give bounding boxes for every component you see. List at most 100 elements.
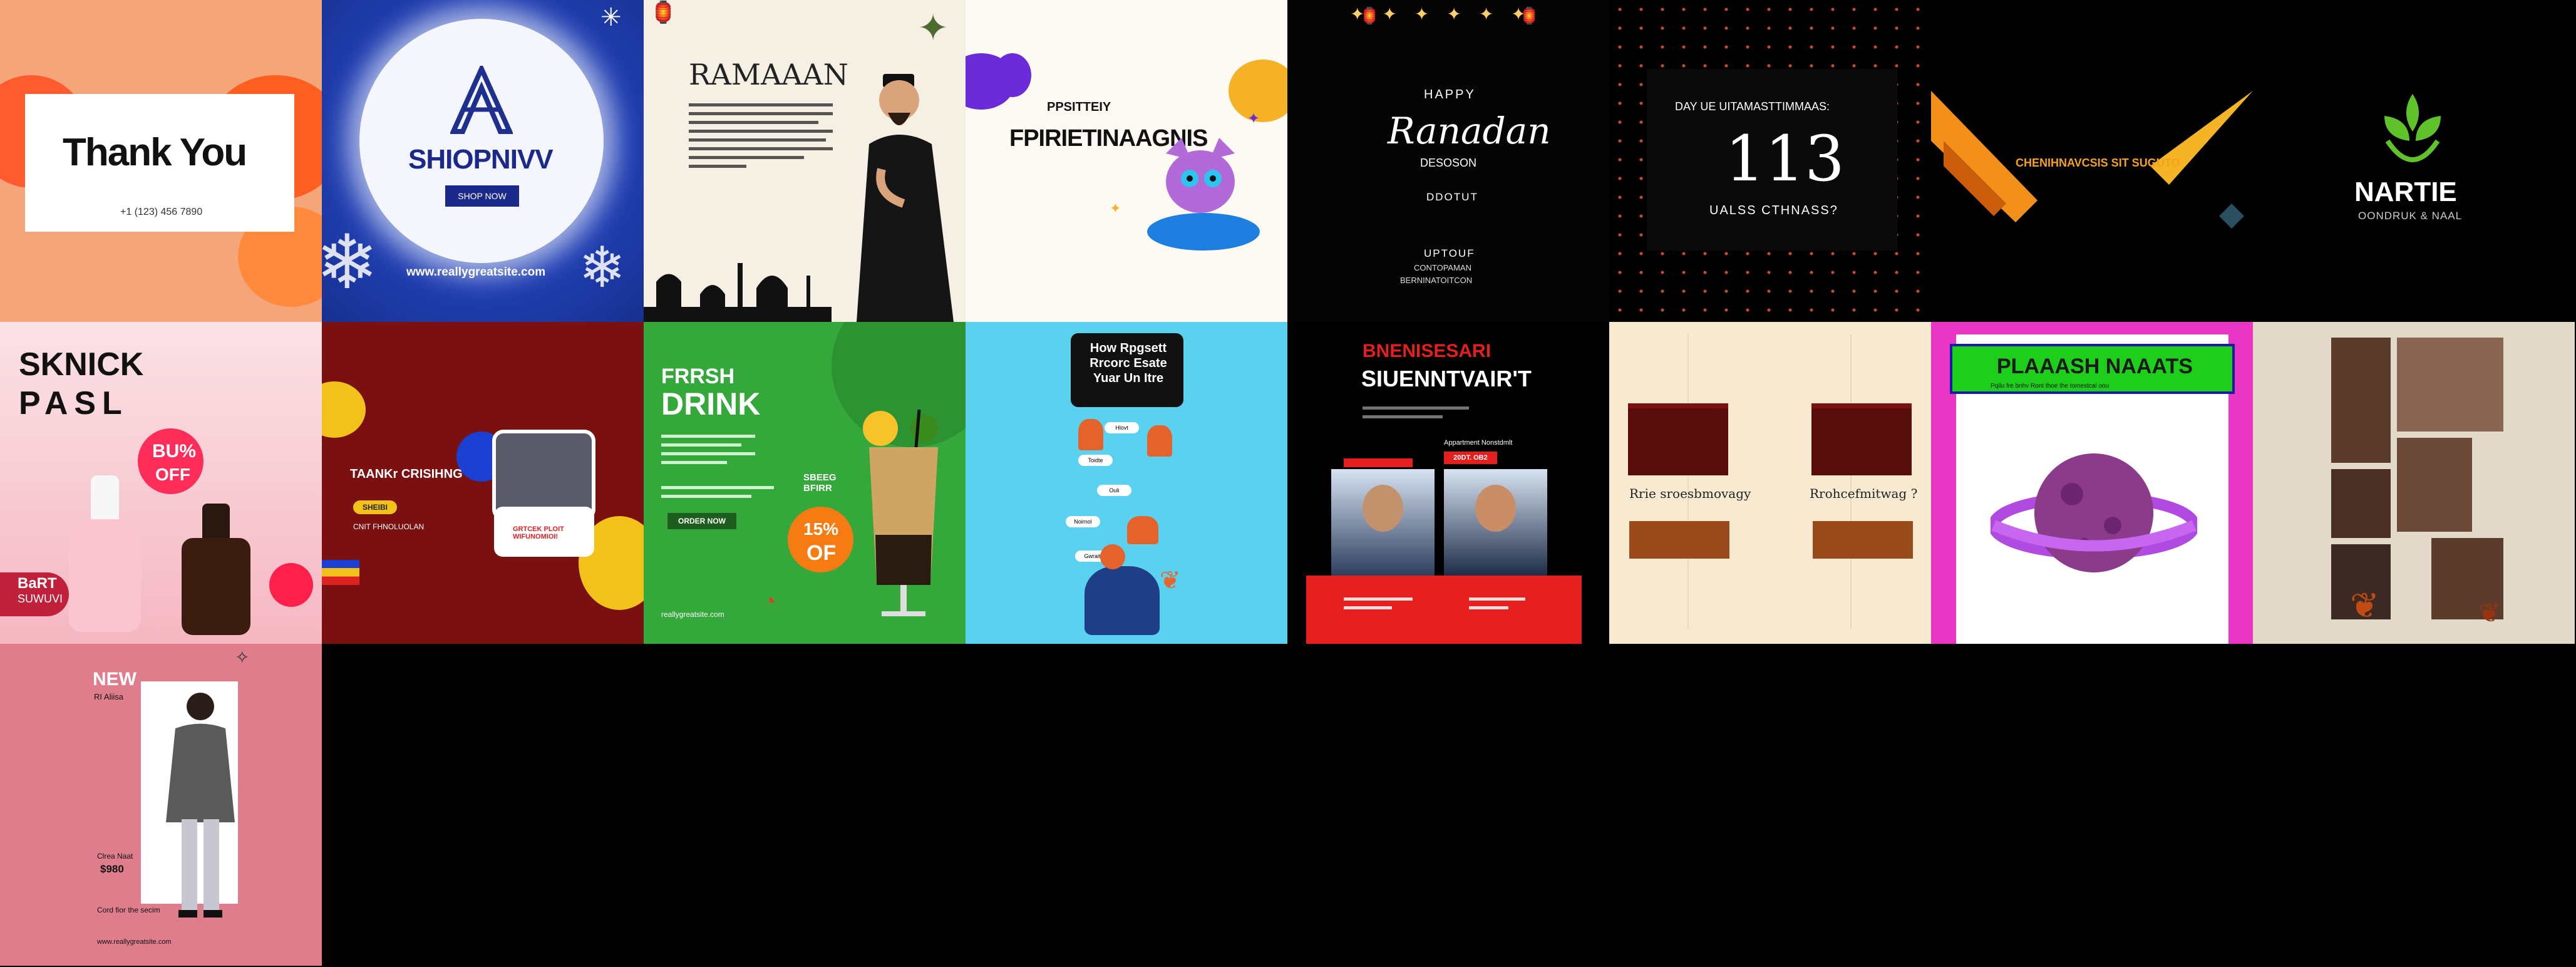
tile-subtitle: Pqilu fre bnhv Ront thoe the tomestcal o… — [1991, 383, 2110, 390]
brand-name: SHIOPNIVV — [408, 144, 554, 175]
photo-collage-frame — [2397, 438, 2472, 532]
red-ball-shape — [269, 563, 313, 607]
body-text-block — [1344, 597, 1413, 615]
tile-caption: CNIT FHNOLUOLAN — [353, 522, 425, 531]
thank-bright-template-tile[interactable]: TAANKr CRISIHNG SHEIBI CNIT FHNOLUOLAN G… — [322, 322, 644, 644]
tile-title: TAANKr CRISIHNG — [350, 467, 463, 481]
maple-leaf-icon: ❦ — [2350, 586, 2379, 625]
person-illustration — [1147, 425, 1172, 457]
person-illustration — [1100, 544, 1125, 569]
step-chip: Hlovt — [1105, 422, 1139, 433]
body-text-block — [1469, 597, 1525, 615]
body-text-block — [689, 103, 833, 173]
iced-drink-glass — [863, 410, 938, 616]
divider-line — [1687, 334, 1689, 629]
skincare-template-tile[interactable]: SKNICK PASL BU% OFF BaRT SUWUVI — [0, 322, 322, 644]
autumn-template-tile[interactable]: ❦ ❦ — [2253, 322, 2575, 644]
stripe-flag-shape — [322, 560, 359, 585]
seminar-template-tile[interactable]: BNENISESARI SIUENNTVAIR'T Appartment Non… — [1287, 322, 1609, 644]
maple-leaf-icon: ❦ — [2478, 598, 2501, 628]
shop-now-template-tile[interactable]: ❄ ❄ ✳ SHIOPNIVV SHOP NOW www.reallygreat… — [322, 0, 644, 322]
house-logo-icon — [450, 66, 513, 134]
event-info: Appartment Nonstdmlt — [1444, 439, 1513, 447]
lantern-icon: 🏮 — [650, 1, 677, 24]
nartie-template-tile[interactable]: NARTIE OONDRUK & NAAL — [2253, 0, 2575, 322]
sparkle-icon: ✦ — [1247, 110, 1260, 127]
tile-subtitle: UPTOUF — [1424, 247, 1475, 259]
amber-serum-bottle — [182, 504, 250, 635]
pill-button[interactable]: SHEIBI — [353, 500, 397, 514]
tile-subtitle: UALSS CTHNASS? — [1709, 204, 1838, 217]
website-url: www.reallygreatsite.com — [406, 266, 546, 279]
tile-subtitle: RI Aliisa — [94, 692, 123, 701]
cream-template-tile[interactable]: Rrie sroesbmovagy Rrohcefmitwag ? — [1609, 322, 1931, 644]
website-url: reallygreatsite.com — [661, 610, 724, 619]
lantern-icon: 🏮 — [1519, 6, 1540, 25]
leaf-logo-icon — [2384, 94, 2441, 162]
how-to-template-tile[interactable]: How Rpgsett Rrcorc Esate Yuar Un Itre Hl… — [966, 322, 1287, 644]
tile-subtitle: DDOTUT — [1426, 191, 1478, 203]
snowflake-icon: ❄ — [322, 220, 379, 304]
model-figure — [166, 693, 235, 918]
tile-title: Thank You — [63, 131, 247, 174]
sparkle-icon: ✦ — [1110, 200, 1121, 216]
sparkle-icon: ✧ — [235, 648, 250, 667]
badge-off: OF — [806, 541, 837, 565]
tile-subtitle: DESOSON — [1420, 157, 1477, 169]
website-url: www.reallygreatsite.com — [97, 938, 172, 946]
body-text-block — [661, 435, 755, 470]
phone-number: +1 (123) 456 7890 — [120, 207, 203, 217]
shop-now-button[interactable]: SHOP NOW — [445, 185, 519, 207]
leaf-icon: ❦ — [1160, 567, 1181, 594]
photo-collage-frame — [2331, 338, 2391, 463]
grapefruit-icon: ◔ — [763, 588, 776, 614]
divider-line — [1850, 334, 1852, 629]
brand-tagline: OONDRUK & NAAL — [2358, 210, 2463, 222]
tile-title: SKNICK — [19, 346, 144, 383]
footer-text: SUWUVI — [18, 592, 63, 605]
brand-name: NARTIE — [2354, 177, 2457, 207]
brown-label-bar — [1629, 521, 1729, 559]
tile-title: PASL — [19, 385, 128, 421]
item-label: Rrohcefmitwag ? — [1810, 486, 1918, 501]
body-text-block — [1363, 406, 1469, 424]
badge-percent: 15% — [803, 519, 839, 539]
photo-thumb — [1628, 403, 1728, 475]
pink-serum-bottle — [69, 475, 141, 632]
snowflake-icon: ❄ — [579, 237, 626, 299]
fresh-drink-template-tile[interactable]: FRRSH DRINK ORDER NOW SBEEG BFIRR 15% OF… — [644, 322, 966, 644]
tile-title: BNENISESARI — [1363, 341, 1492, 361]
tile-kicker: HAPPY — [1424, 88, 1476, 101]
tile-subtitle: CONTOPAMAN — [1414, 263, 1471, 272]
planet-template-tile[interactable]: PLAAASH NAAATS Pqilu fre bnhv Ront thoe … — [1931, 322, 2253, 644]
person-illustration — [1084, 566, 1160, 635]
comment-text: GRTCEK PLOIT WIFUNOMIOI! — [513, 525, 564, 540]
brown-label-bar — [1813, 521, 1913, 559]
fashion-template-tile[interactable]: NEW RI Aliisa ✧ Clrea Naat $980 Cord fio… — [0, 644, 322, 966]
positive-template-tile[interactable]: PPSITTEIY FPIRIETINAAGNIS ✦ ✦ — [966, 0, 1287, 322]
tile-tag: SBEEG BFIRR — [803, 472, 837, 494]
order-now-button[interactable]: ORDER NOW — [667, 513, 736, 529]
yellow-blob-shape — [322, 381, 366, 438]
thank-you-template-tile[interactable]: Thank You +1 (123) 456 7890 — [0, 0, 322, 322]
body-text-block — [661, 486, 774, 504]
ramadan-dark-template-tile[interactable]: ✦✦✦✦✦✦ 🏮 🏮 HAPPY Ranadan DESOSON DDOTUT … — [1287, 0, 1609, 322]
step-chip: Ouli — [1097, 485, 1131, 496]
badge-percent: BU% — [152, 441, 197, 462]
date-chip: 20DT. OB2 — [1444, 452, 1497, 464]
purple-blob-shape — [994, 53, 1031, 97]
countdown-number: 113 — [1725, 122, 1845, 195]
purple-cat-figure — [1166, 138, 1235, 213]
tile-title: How Rpgsett Rrcorc Esate Yuar Un Itre — [1090, 341, 1167, 385]
person-illustration — [1127, 516, 1158, 544]
item-label: Rrie sroesbmovagy — [1629, 486, 1751, 501]
step-chip: Noirnol — [1066, 516, 1100, 527]
tile-title: PLAAASH NAAATS — [1997, 354, 2193, 378]
ramadan-template-tile[interactable]: RAMAAAN 🏮 ✦ — [644, 0, 966, 322]
countdown-template-tile[interactable]: DAY UE UITAMASTTIMMAAS: 113 UALSS CTHNAS… — [1609, 0, 1931, 322]
speaker-face — [1475, 485, 1516, 532]
geometric-logo-template-tile[interactable]: CHENIHNAVCSIS SIT SUGUTO — [1931, 0, 2253, 322]
ornament-icon: ✦ — [917, 7, 949, 49]
photo-collage-frame — [2331, 469, 2391, 538]
step-chip: Toidte — [1078, 455, 1113, 466]
